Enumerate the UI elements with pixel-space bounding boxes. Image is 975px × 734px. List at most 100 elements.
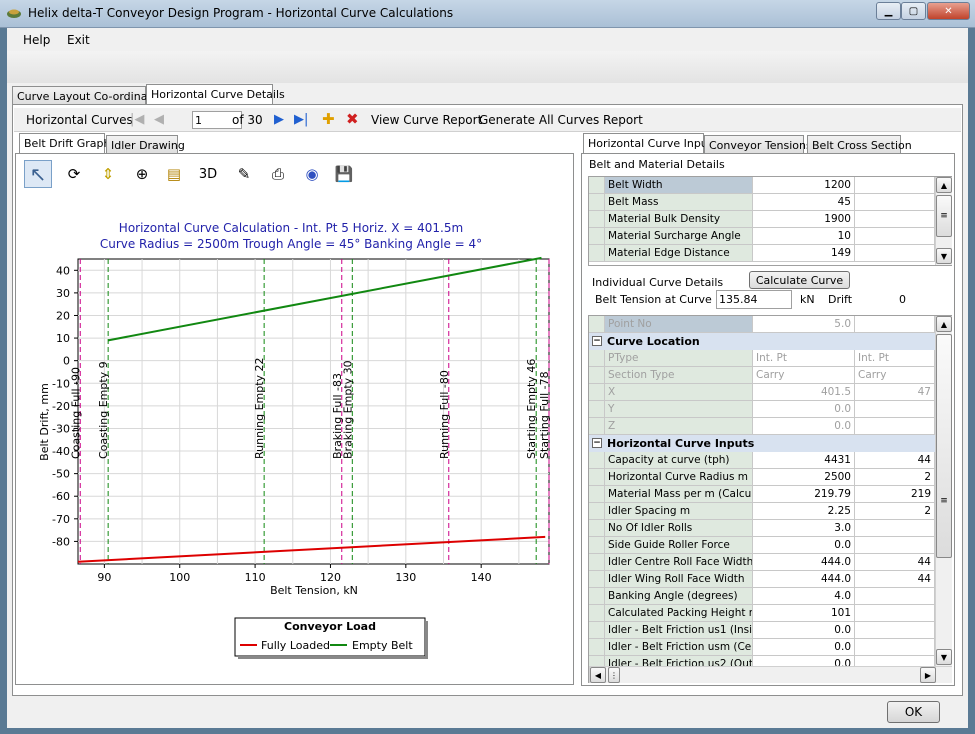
property-value-2[interactable]: 44 bbox=[855, 554, 935, 571]
belt-tension-input[interactable] bbox=[716, 290, 792, 309]
property-value-1[interactable]: Carry bbox=[753, 367, 855, 384]
property-value-2[interactable]: 44 bbox=[855, 452, 935, 469]
last-record-icon[interactable]: ▶| bbox=[294, 112, 308, 127]
property-value-2[interactable]: 2 bbox=[855, 503, 935, 520]
calculate-curve-button[interactable]: Calculate Curve bbox=[749, 271, 850, 289]
scroll-thumb[interactable]: ≡ bbox=[936, 334, 952, 558]
property-value-1[interactable]: 219.79 bbox=[753, 486, 855, 503]
tab-idler-drawing[interactable]: Idler Drawing bbox=[106, 135, 185, 155]
property-value-2[interactable] bbox=[855, 520, 935, 537]
menu-exit[interactable]: Exit bbox=[67, 33, 90, 47]
property-value-2[interactable]: 219 bbox=[855, 486, 935, 503]
property-value-1[interactable]: 4431 bbox=[753, 452, 855, 469]
tab-conveyor-tensions[interactable]: Conveyor Tensions bbox=[704, 135, 812, 155]
detail-grid-h-scrollbar[interactable]: ◀ ⋮ ▶ bbox=[589, 666, 952, 683]
property-value-1[interactable]: 2.25 bbox=[753, 503, 855, 520]
property-value-2[interactable] bbox=[855, 588, 935, 605]
3d-button[interactable]: 3D bbox=[194, 160, 222, 188]
property-value-1[interactable]: 2500 bbox=[753, 469, 855, 486]
ok-button[interactable]: OK bbox=[887, 701, 940, 723]
property-value-2[interactable]: 2 bbox=[855, 469, 935, 486]
belt-row-value[interactable]: 1900 bbox=[753, 211, 855, 228]
page-button[interactable]: ▤ bbox=[160, 160, 188, 188]
property-value-2[interactable] bbox=[855, 401, 935, 418]
row-gutter bbox=[589, 350, 605, 367]
move-button[interactable]: ⇕ bbox=[94, 160, 122, 188]
property-value-2[interactable] bbox=[855, 622, 935, 639]
property-value-2[interactable]: Int. Pt bbox=[855, 350, 935, 367]
view-curve-report-button[interactable]: View Curve Report bbox=[371, 113, 482, 127]
scroll-up-icon[interactable]: ▲ bbox=[936, 177, 952, 193]
pointer-button[interactable]: ↖ bbox=[24, 160, 52, 188]
property-value-2[interactable] bbox=[855, 537, 935, 554]
scroll-up-icon[interactable]: ▲ bbox=[936, 316, 952, 332]
scroll-down-icon[interactable]: ▼ bbox=[936, 248, 952, 264]
tab-curve-layout[interactable]: Curve Layout Co-ordinates bbox=[12, 86, 164, 106]
belt-row-value[interactable]: 149 bbox=[753, 245, 855, 262]
category-row[interactable]: − Curve Location bbox=[589, 333, 935, 350]
property-value-1[interactable]: 0.0 bbox=[753, 622, 855, 639]
belt-row-extra bbox=[855, 228, 935, 245]
property-value-2[interactable]: 47 bbox=[855, 384, 935, 401]
scroll-thumb[interactable]: ≡ bbox=[936, 195, 952, 237]
minimize-button[interactable]: ▁ bbox=[876, 2, 901, 20]
belt-row-value[interactable]: 10 bbox=[753, 228, 855, 245]
property-value-1[interactable]: 0.0 bbox=[753, 537, 855, 554]
generate-all-report-button[interactable]: Generate All Curves Report bbox=[479, 113, 643, 127]
collapse-icon[interactable]: − bbox=[592, 438, 602, 448]
property-value-1[interactable]: 3.0 bbox=[753, 520, 855, 537]
property-value-2[interactable] bbox=[855, 605, 935, 622]
property-value-1[interactable]: Int. Pt bbox=[753, 350, 855, 367]
print-button[interactable]: ⎙ bbox=[264, 160, 292, 188]
h-scroll-thumb[interactable]: ⋮ bbox=[608, 667, 620, 683]
property-value-2[interactable] bbox=[855, 656, 935, 666]
maximize-button[interactable]: ▢ bbox=[901, 2, 926, 20]
tab-horizontal-curve-inputs[interactable]: Horizontal Curve Inputs bbox=[583, 133, 718, 155]
tab-belt-cross-section[interactable]: Belt Cross Section bbox=[807, 135, 912, 155]
curve-property-grid: Point No 5.0− Curve Location PType Int. Pt In… bbox=[588, 315, 952, 683]
delete-icon[interactable]: ✖ bbox=[346, 110, 359, 128]
row-gutter bbox=[589, 401, 605, 418]
property-value-1[interactable]: 0.0 bbox=[753, 656, 855, 666]
property-value-1[interactable]: 0.0 bbox=[753, 418, 855, 435]
scroll-right-icon[interactable]: ▶ bbox=[920, 667, 936, 683]
belt-grid-scrollbar[interactable]: ▲ ≡ ▼ bbox=[935, 177, 952, 265]
property-value-1[interactable]: 444.0 bbox=[753, 571, 855, 588]
property-row: Side Guide Roller Force 0.0 bbox=[589, 537, 935, 554]
property-value-2[interactable] bbox=[855, 418, 935, 435]
next-record-icon[interactable]: ▶ bbox=[274, 112, 284, 127]
property-value-2[interactable]: Carry bbox=[855, 367, 935, 384]
title-bar: Helix delta-T Conveyor Design Program - … bbox=[0, 0, 975, 28]
edit-chart-button[interactable]: ✎ bbox=[230, 160, 258, 188]
property-value-2[interactable] bbox=[855, 316, 935, 333]
property-value-1[interactable]: 0.0 bbox=[753, 401, 855, 418]
zoom-button[interactable]: ⊕ bbox=[128, 160, 156, 188]
save-button[interactable]: 💾 bbox=[330, 160, 358, 188]
property-value-1[interactable]: 444.0 bbox=[753, 554, 855, 571]
tab-horizontal-curve-details[interactable]: Horizontal Curve Details bbox=[146, 84, 285, 106]
property-value-2[interactable] bbox=[855, 639, 935, 656]
scroll-down-icon[interactable]: ▼ bbox=[936, 649, 952, 665]
prev-record-icon[interactable]: ◀ bbox=[154, 112, 164, 127]
property-value-1[interactable]: 401.5 bbox=[753, 384, 855, 401]
add-icon[interactable]: ✚ bbox=[322, 110, 335, 128]
belt-row-value[interactable]: 1200 bbox=[753, 177, 855, 194]
export-button[interactable]: ◉ bbox=[298, 160, 326, 188]
rotate-button[interactable]: ⟳ bbox=[60, 160, 88, 188]
collapse-icon[interactable]: − bbox=[592, 336, 602, 346]
menu-help[interactable]: Help bbox=[23, 33, 50, 47]
belt-row-value[interactable]: 45 bbox=[753, 194, 855, 211]
row-gutter bbox=[589, 622, 605, 639]
property-value-1[interactable]: 4.0 bbox=[753, 588, 855, 605]
category-row[interactable]: − Horizontal Curve Inputs bbox=[589, 435, 935, 452]
tab-belt-drift-graphs[interactable]: Belt Drift Graphs bbox=[19, 133, 116, 155]
property-value-2[interactable]: 44 bbox=[855, 571, 935, 588]
property-value-1[interactable]: 0.0 bbox=[753, 639, 855, 656]
scroll-left-icon[interactable]: ◀ bbox=[590, 667, 606, 683]
close-button[interactable]: ✕ bbox=[927, 2, 970, 20]
first-record-icon[interactable]: |◀ bbox=[130, 112, 144, 127]
detail-grid-v-scrollbar[interactable]: ▲ ≡ ▼ bbox=[935, 316, 952, 666]
property-value-1[interactable]: 5.0 bbox=[753, 316, 855, 333]
property-value-1[interactable]: 101 bbox=[753, 605, 855, 622]
chart-title: Horizontal Curve Calculation - Int. Pt 5… bbox=[119, 221, 463, 235]
